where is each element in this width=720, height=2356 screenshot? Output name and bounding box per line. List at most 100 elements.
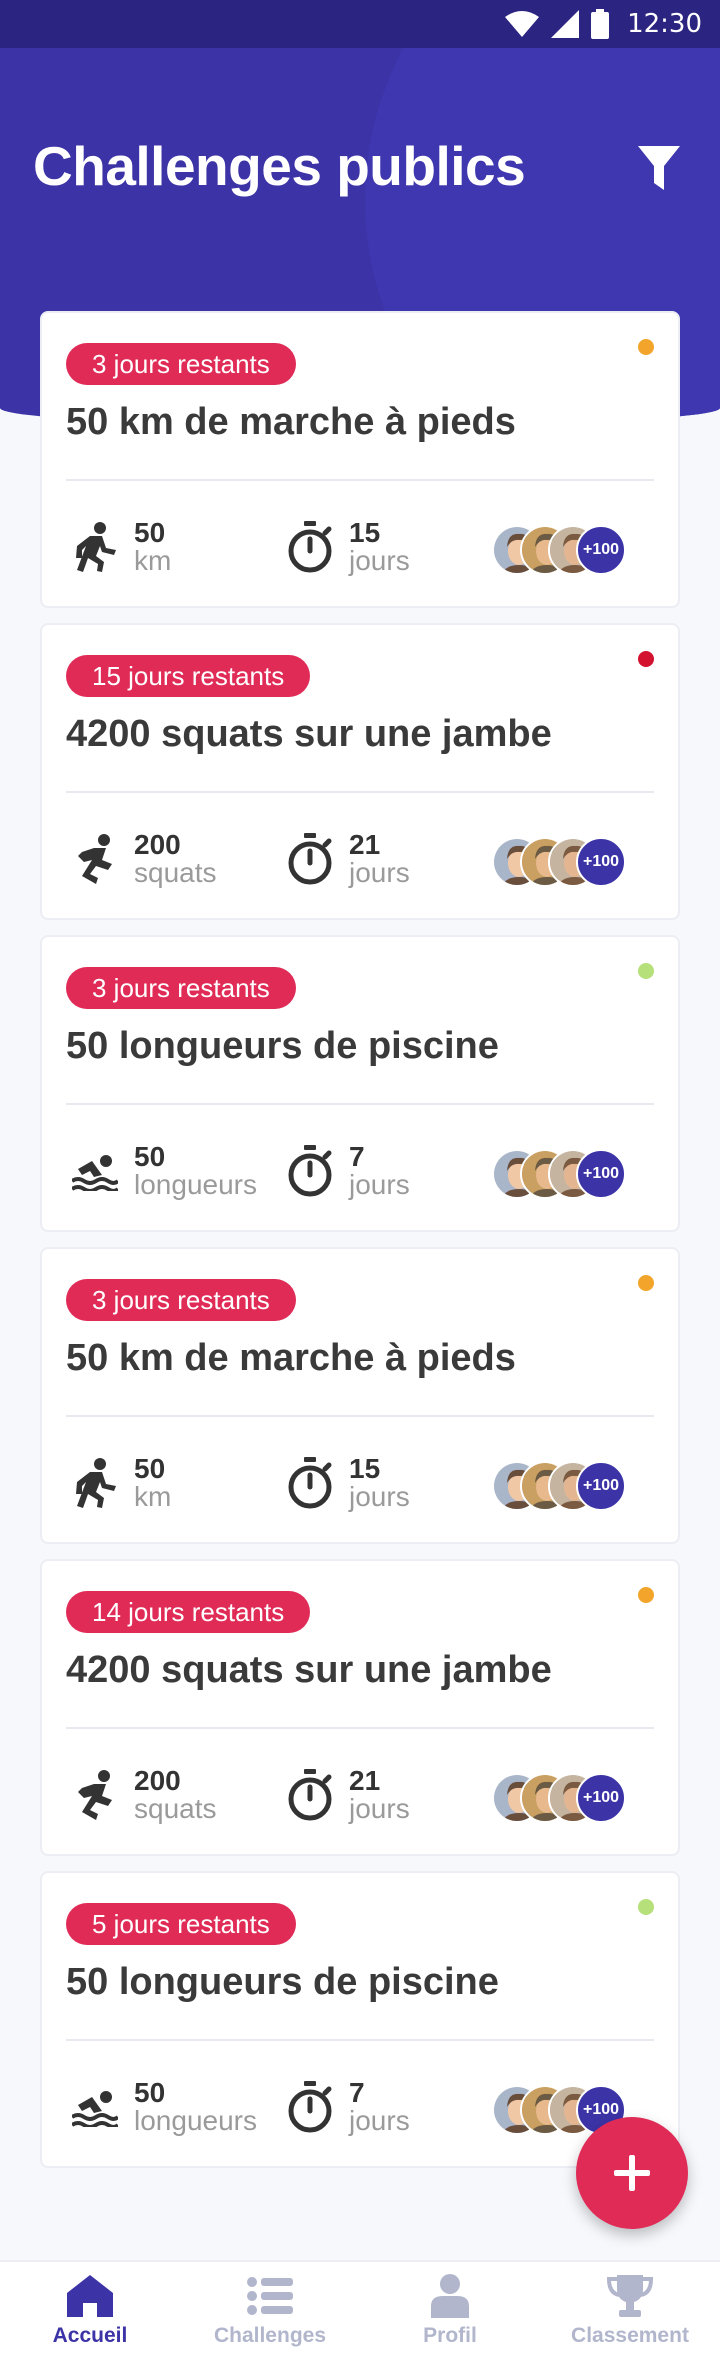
days-remaining-badge: 3 jours restants (66, 343, 296, 385)
participants-avatars[interactable]: +100 (492, 837, 632, 889)
goal-stat: 50 longueurs (70, 1143, 257, 1199)
duration-unit: jours (349, 1169, 410, 1200)
challenge-list: 3 jours restants 50 km de marche à pieds 5… (40, 311, 680, 2183)
walking-icon (70, 519, 120, 575)
challenge-card[interactable]: 3 jours restants 50 km de marche à pieds 5… (40, 311, 680, 608)
duration-value: 7 (349, 1141, 365, 1172)
days-remaining-badge: 5 jours restants (66, 1903, 296, 1945)
nav-label: Challenges (213, 2324, 327, 2347)
walking-icon (70, 1455, 120, 1511)
nav-label: Accueil (52, 2324, 128, 2347)
goal-unit: squats (134, 1793, 217, 1824)
divider (66, 1727, 654, 1729)
challenge-title: 50 km de marche à pieds (66, 1337, 516, 1379)
person-icon (431, 2274, 469, 2318)
goal-value: 50 (134, 517, 166, 548)
goal-stat: 50 longueurs (70, 2079, 257, 2135)
more-participants-count: +100 (576, 525, 626, 575)
duration-value: 21 (349, 829, 381, 860)
swimming-icon (70, 1143, 120, 1199)
days-remaining-badge: 3 jours restants (66, 1279, 296, 1321)
squat-icon (70, 1767, 120, 1823)
duration-unit: jours (349, 857, 410, 888)
stopwatch-icon (285, 831, 335, 887)
plus-icon (614, 2155, 650, 2191)
duration-value: 15 (349, 517, 381, 548)
stopwatch-icon (285, 519, 335, 575)
nav-item-profil[interactable]: Profil (360, 2262, 540, 2356)
goal-stat: 50 km (70, 519, 171, 575)
wifi-icon (505, 11, 540, 37)
challenge-title: 50 longueurs de piscine (66, 1025, 499, 1067)
goal-unit: longueurs (134, 1169, 257, 1200)
home-icon (67, 2275, 113, 2317)
duration-stat: 21 jours (285, 1767, 410, 1823)
duration-unit: jours (349, 1793, 410, 1824)
goal-stat: 200 squats (70, 831, 217, 887)
stopwatch-icon (285, 1143, 335, 1199)
trophy-icon (607, 2275, 653, 2317)
participants-avatars[interactable]: +100 (492, 1461, 632, 1513)
nav-item-classement[interactable]: Classement (540, 2262, 720, 2356)
challenge-title: 50 longueurs de piscine (66, 1961, 499, 2003)
more-participants-count: +100 (576, 1461, 626, 1511)
status-time: 12:30 (627, 9, 702, 39)
challenge-card[interactable]: 15 jours restants 4200 squats sur une jam… (40, 623, 680, 920)
participants-avatars[interactable]: +100 (492, 1149, 632, 1201)
goal-stat: 50 km (70, 1455, 171, 1511)
duration-value: 7 (349, 2077, 365, 2108)
duration-value: 21 (349, 1765, 381, 1796)
challenge-card[interactable]: 14 jours restants 4200 squats sur une jam… (40, 1559, 680, 1856)
divider (66, 2039, 654, 2041)
challenge-card[interactable]: 3 jours restants 50 km de marche à pieds 5… (40, 1247, 680, 1544)
status-dot (638, 1899, 654, 1915)
status-dot (638, 1587, 654, 1603)
goal-unit: km (134, 545, 172, 576)
challenge-title: 4200 squats sur une jambe (66, 713, 552, 755)
goal-value: 200 (134, 1765, 181, 1796)
divider (66, 1415, 654, 1417)
more-participants-count: +100 (576, 1773, 626, 1823)
duration-unit: jours (349, 2105, 410, 2136)
nav-label: Profil (423, 2324, 477, 2347)
duration-unit: jours (349, 1481, 410, 1512)
battery-icon (591, 9, 610, 39)
more-participants-count: +100 (576, 837, 626, 887)
squat-icon (70, 831, 120, 887)
nav-item-challenges[interactable]: Challenges (180, 2262, 360, 2356)
nav-label: Classement (571, 2324, 689, 2347)
goal-value: 50 (134, 2077, 166, 2108)
days-remaining-badge: 3 jours restants (66, 967, 296, 1009)
goal-value: 200 (134, 829, 181, 860)
challenge-card[interactable]: 3 jours restants 50 longueurs de piscine 5… (40, 935, 680, 1232)
days-remaining-badge: 15 jours restants (66, 655, 311, 697)
days-remaining-badge: 14 jours restants (66, 1591, 311, 1633)
challenge-card[interactable]: 5 jours restants 50 longueurs de piscine 5… (40, 1871, 680, 2168)
goal-unit: squats (134, 857, 217, 888)
divider (66, 479, 654, 481)
goal-unit: km (134, 1481, 172, 1512)
challenge-title: 50 km de marche à pieds (66, 401, 516, 443)
filter-icon (638, 146, 680, 190)
challenge-title: 4200 squats sur une jambe (66, 1649, 552, 1691)
status-dot (638, 339, 654, 355)
divider (66, 791, 654, 793)
stopwatch-icon (285, 1767, 335, 1823)
goal-stat: 200 squats (70, 1767, 217, 1823)
duration-unit: jours (349, 545, 410, 576)
duration-stat: 15 jours (285, 519, 410, 575)
more-participants-count: +100 (576, 1149, 626, 1199)
duration-value: 15 (349, 1453, 381, 1484)
participants-avatars[interactable]: +100 (492, 1773, 632, 1825)
status-bar: 12:30 (0, 0, 720, 48)
duration-stat: 21 jours (285, 831, 410, 887)
filter-button[interactable] (638, 146, 680, 190)
participants-avatars[interactable]: +100 (492, 525, 632, 577)
duration-stat: 7 jours (285, 1143, 410, 1199)
stopwatch-icon (285, 1455, 335, 1511)
nav-item-accueil[interactable]: Accueil (0, 2262, 180, 2356)
add-challenge-button[interactable] (576, 2117, 688, 2229)
goal-value: 50 (134, 1141, 166, 1172)
goal-unit: longueurs (134, 2105, 257, 2136)
duration-stat: 7 jours (285, 2079, 410, 2135)
